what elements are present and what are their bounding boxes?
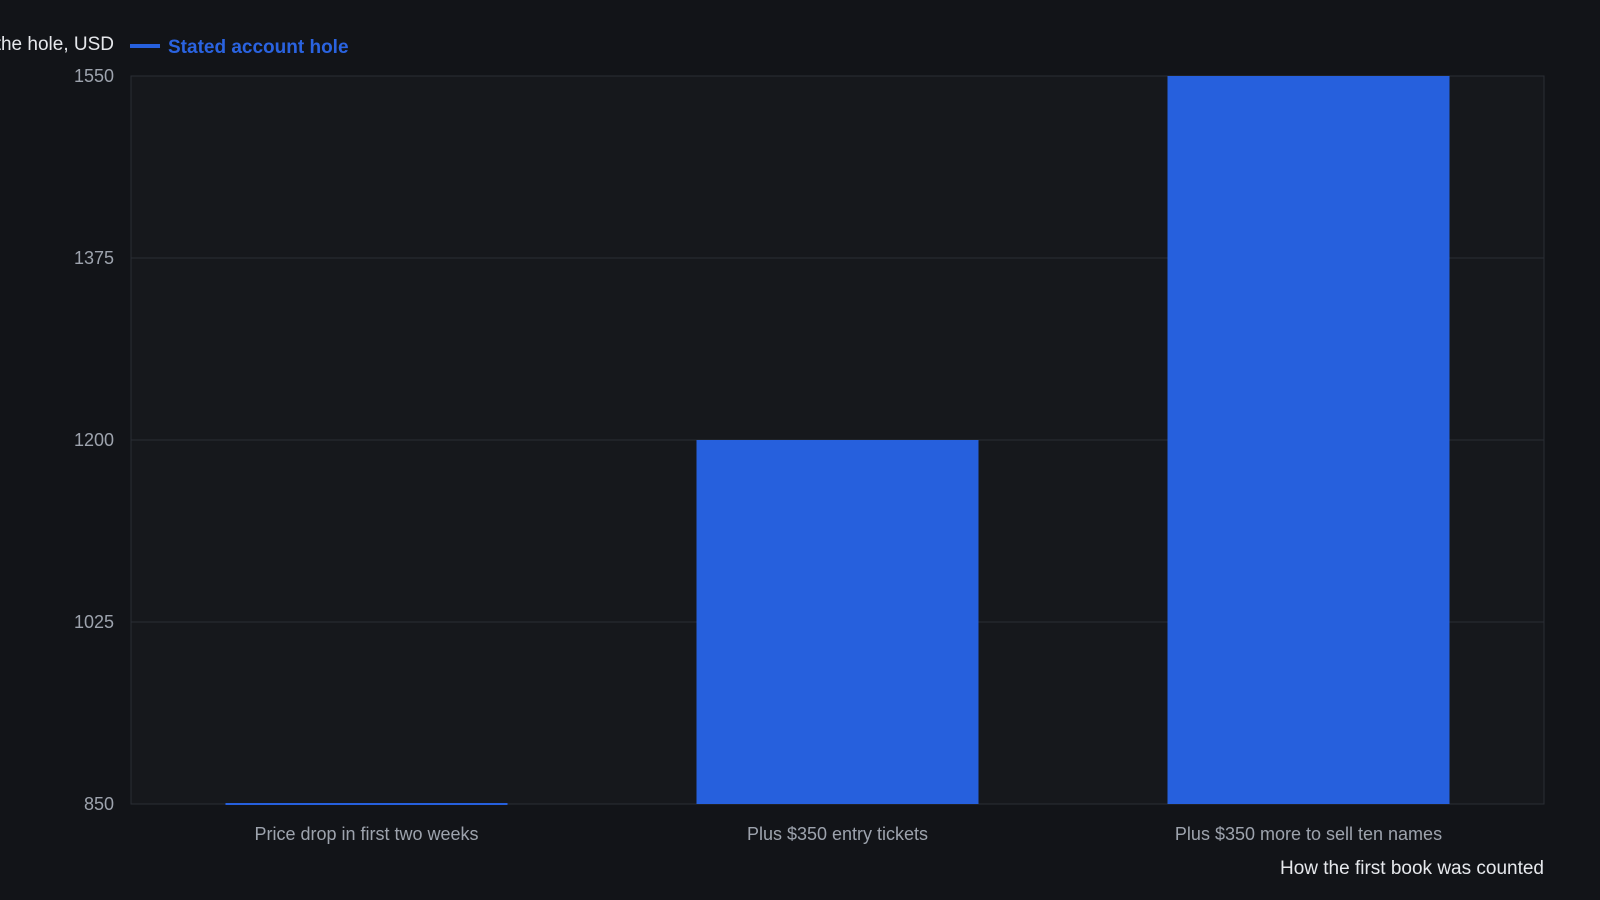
- x-axis-ticks: Price drop in first two weeks Plus $350 e…: [254, 824, 1442, 844]
- bar[interactable]: [696, 440, 979, 804]
- legend-label[interactable]: Stated account hole: [168, 37, 349, 58]
- y-tick-label: 1025: [74, 612, 114, 632]
- chart-canvas: 850 1025 1200 1375 1550 Price drop in first …: [0, 34, 1545, 879]
- x-tick-label: Price drop in first two weeks: [254, 824, 478, 844]
- bar[interactable]: [1167, 76, 1450, 804]
- bar[interactable]: [225, 803, 508, 805]
- y-axis-ticks: 850 1025 1200 1375 1550: [74, 66, 114, 814]
- bar-chart: 850 1025 1200 1375 1550 Price drop in first …: [0, 0, 1600, 900]
- y-tick-label: 850: [84, 794, 114, 814]
- x-tick-label: Plus $350 more to sell ten names: [1175, 824, 1442, 844]
- y-tick-label: 1550: [74, 66, 114, 86]
- y-tick-label: 1375: [74, 248, 114, 268]
- y-tick-label: 1200: [74, 430, 114, 450]
- y-axis-label: the hole, USD: [0, 34, 114, 55]
- x-axis-label: How the first book was counted: [1280, 858, 1544, 879]
- x-tick-label: Plus $350 entry tickets: [747, 824, 928, 844]
